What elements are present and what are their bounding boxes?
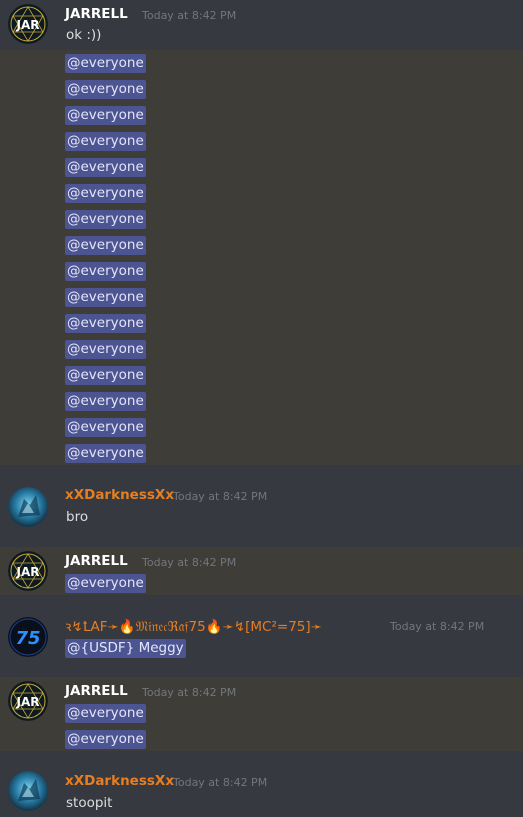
everyone-mention[interactable]: @everyone [65, 366, 146, 385]
mention-highlight-block: @everyone @everyone @everyone @everyone … [0, 50, 523, 465]
message-text: bro [66, 509, 89, 525]
75-logo-avatar[interactable]: 75 [8, 617, 48, 657]
message-timestamp: Today at 8:42 PM [173, 490, 268, 503]
everyone-mention[interactable]: @everyone [65, 158, 146, 177]
author-name[interactable]: JARRELL [65, 683, 128, 699]
everyone-mention[interactable]: @everyone [65, 730, 146, 749]
everyone-mention[interactable]: @everyone [65, 210, 146, 229]
author-name[interactable]: xXDarknessXx [65, 487, 174, 503]
message-text: ok :)) [66, 27, 102, 43]
blue-warrior-avatar[interactable] [8, 487, 48, 527]
message-group: JAR JARRELL Today at 8:42 PM @everyone [0, 547, 523, 595]
author-name[interactable]: xXDarknessXx [65, 773, 174, 789]
everyone-mention[interactable]: @everyone [65, 54, 146, 73]
jar-logo-text: JAR [16, 695, 40, 709]
everyone-mention[interactable]: @everyone [65, 184, 146, 203]
message-timestamp: Today at 8:42 PM [142, 9, 237, 22]
everyone-mention[interactable]: @everyone [65, 106, 146, 125]
jar-logo-avatar[interactable]: JAR [8, 681, 48, 721]
message-timestamp: Today at 8:42 PM [390, 620, 485, 633]
message-group: JAR JARRELL Today at 8:42 PM ok :)) [0, 0, 523, 50]
jar-logo-avatar[interactable]: JAR [8, 4, 48, 44]
everyone-mention[interactable]: @everyone [65, 704, 146, 723]
author-name[interactable]: ꝛ↯ꝈΑF➛🔥𝔐𝔦𝔫𝔢𝔠ℜ𝔞𝔣75🔥➛↯[MC²=75]➛ [65, 617, 322, 635]
everyone-mention[interactable]: @everyone [65, 236, 146, 255]
author-name[interactable]: JARRELL [65, 553, 128, 569]
message-group: xXDarknessXx Today at 8:42 PM bro [0, 465, 523, 547]
blue-warrior-avatar[interactable] [8, 771, 48, 811]
role-mention[interactable]: @{USDF} Meggy [65, 639, 186, 658]
everyone-mention[interactable]: @everyone [65, 132, 146, 151]
everyone-mention[interactable]: @everyone [65, 340, 146, 359]
author-name[interactable]: JARRELL [65, 6, 128, 22]
chat-message-list: JAR JARRELL Today at 8:42 PM ok :)) @eve… [0, 0, 523, 817]
message-group: xXDarknessXx Today at 8:42 PM stoopit [0, 751, 523, 817]
message-timestamp: Today at 8:42 PM [142, 686, 237, 699]
message-timestamp: Today at 8:42 PM [142, 556, 237, 569]
message-group: JAR JARRELL Today at 8:42 PM @everyone @… [0, 677, 523, 751]
jar-logo-avatar[interactable]: JAR [8, 551, 48, 591]
everyone-mention[interactable]: @everyone [65, 574, 146, 593]
everyone-mention[interactable]: @everyone [65, 262, 146, 281]
avatar-75-text: 75 [15, 628, 40, 649]
message-group: 75 ꝛ↯ꝈΑF➛🔥𝔐𝔦𝔫𝔢𝔠ℜ𝔞𝔣75🔥➛↯[MC²=75]➛ Today a… [0, 595, 523, 677]
jar-logo-text: JAR [16, 565, 40, 579]
everyone-mention[interactable]: @everyone [65, 288, 146, 307]
message-text: stoopit [66, 795, 113, 811]
everyone-mention[interactable]: @everyone [65, 444, 146, 463]
everyone-mention[interactable]: @everyone [65, 392, 146, 411]
everyone-mention[interactable]: @everyone [65, 80, 146, 99]
everyone-mention[interactable]: @everyone [65, 314, 146, 333]
message-timestamp: Today at 8:42 PM [173, 776, 268, 789]
everyone-mention[interactable]: @everyone [65, 418, 146, 437]
jar-logo-text: JAR [16, 18, 40, 32]
